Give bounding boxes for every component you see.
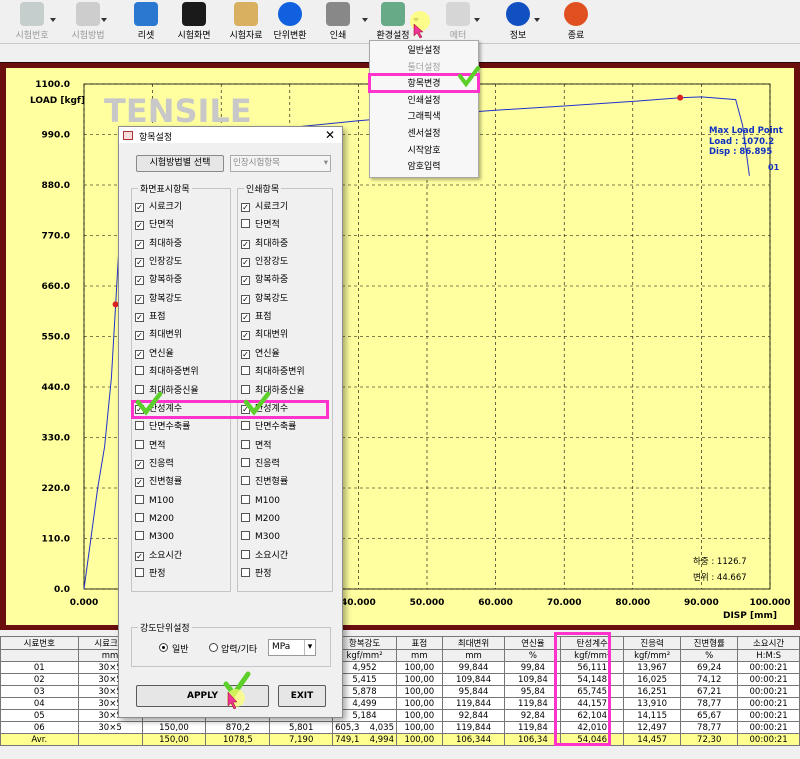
checkmark-icon: [135, 391, 163, 416]
cursor-highlight: [410, 11, 430, 31]
checkmark-icon: [243, 391, 271, 416]
checkmark-icon: [458, 66, 480, 88]
annotation-overlay: [135, 11, 480, 710]
